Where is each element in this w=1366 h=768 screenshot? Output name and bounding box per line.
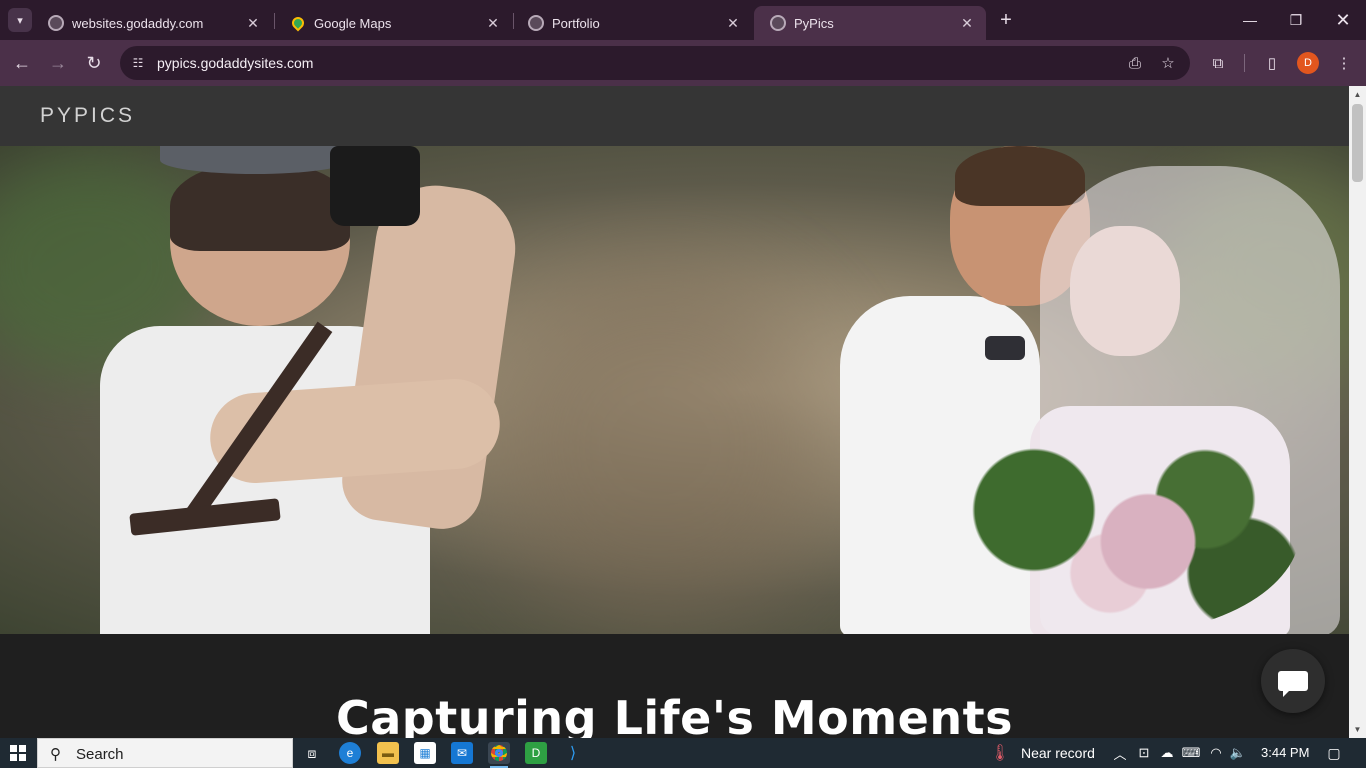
scroll-thumb[interactable] xyxy=(1352,104,1363,182)
tab-strip: ▾ websites.godaddy.com ✕ Google Maps ✕ P… xyxy=(0,0,1366,40)
search-label: Search xyxy=(76,746,124,763)
page-viewport: PYPICS Capturing Life's Moments xyxy=(0,86,1349,738)
close-icon[interactable]: ✕ xyxy=(244,14,262,32)
meet-now-icon[interactable]: ⊡ xyxy=(1135,744,1153,762)
windows-start-icon[interactable] xyxy=(10,745,26,761)
address-bar[interactable]: ☷ pypics.godaddysites.com ⎙ ☆ xyxy=(120,46,1190,80)
vscode-icon[interactable]: ⟩ xyxy=(562,742,584,764)
restore-button[interactable]: ❐ xyxy=(1284,8,1308,32)
microsoft-store-icon[interactable]: ▦ xyxy=(414,742,436,764)
notification-icon[interactable]: ▢ xyxy=(1324,743,1344,763)
tab-websites-godaddy[interactable]: websites.godaddy.com ✕ xyxy=(32,6,272,40)
close-icon[interactable]: ✕ xyxy=(958,14,976,32)
forward-button[interactable]: → xyxy=(46,51,70,75)
bowtie xyxy=(985,336,1025,360)
site-info-icon[interactable]: ☷ xyxy=(128,53,148,73)
close-icon[interactable]: ✕ xyxy=(724,14,742,32)
scroll-down-arrow[interactable]: ▼ xyxy=(1349,721,1366,738)
tab-portfolio[interactable]: Portfolio ✕ xyxy=(512,6,752,40)
chrome-logo xyxy=(491,745,507,761)
file-explorer-icon[interactable]: ▬ xyxy=(377,742,399,764)
toolbar-divider xyxy=(1244,54,1245,72)
camera xyxy=(330,146,420,226)
photographer-cap xyxy=(160,146,350,174)
edge-icon[interactable]: e xyxy=(339,742,361,764)
reload-button[interactable]: ↻ xyxy=(82,51,106,75)
back-button[interactable]: ← xyxy=(10,51,34,75)
chrome-icon[interactable] xyxy=(488,742,510,768)
page-scrollbar[interactable]: ▲ ▼ xyxy=(1349,86,1366,738)
task-view-icon[interactable]: ⧈ xyxy=(301,742,323,764)
side-panel-icon[interactable]: ▯ xyxy=(1261,52,1283,74)
google-maps-icon xyxy=(289,14,307,32)
globe-icon xyxy=(528,15,544,31)
tab-search-button[interactable]: ▾ xyxy=(8,8,32,32)
mail-icon[interactable]: ✉ xyxy=(451,742,473,764)
chevron-up-icon[interactable]: ︿ xyxy=(1111,744,1129,762)
tab-title: Google Maps xyxy=(314,15,392,31)
tab-title: websites.godaddy.com xyxy=(72,15,204,31)
site-header: PYPICS xyxy=(0,86,1349,146)
chat-bubble-icon xyxy=(1278,671,1308,697)
scroll-up-arrow[interactable]: ▲ xyxy=(1349,86,1366,103)
bookmark-star-icon[interactable]: ☆ xyxy=(1158,53,1178,73)
hero-heading: Capturing Life's Moments xyxy=(335,691,1013,738)
globe-icon xyxy=(48,15,64,31)
profile-avatar[interactable]: D xyxy=(1297,52,1319,74)
install-app-icon[interactable]: ⎙ xyxy=(1125,53,1145,73)
hero-image xyxy=(0,146,1349,634)
minimize-button[interactable]: ― xyxy=(1238,8,1262,32)
globe-icon xyxy=(770,15,786,31)
godaddy-app-icon[interactable]: D xyxy=(525,742,547,764)
tab-title: Portfolio xyxy=(552,15,600,31)
tab-google-maps[interactable]: Google Maps ✕ xyxy=(274,6,512,40)
close-icon[interactable]: ✕ xyxy=(484,14,502,32)
new-tab-button[interactable]: + xyxy=(996,9,1016,31)
background-rock xyxy=(480,266,840,626)
groom-hair xyxy=(955,146,1085,206)
system-clock[interactable]: 3:44 PM xyxy=(1261,745,1309,760)
thermometer-icon[interactable]: 🌡 xyxy=(990,742,1010,764)
onedrive-icon[interactable]: ☁ xyxy=(1158,744,1176,762)
bouquet xyxy=(920,426,1300,634)
menu-icon[interactable]: ⋮ xyxy=(1333,52,1355,74)
input-language-icon[interactable]: ⌨ xyxy=(1182,744,1201,762)
site-brand[interactable]: PYPICS xyxy=(40,104,135,128)
chat-button[interactable] xyxy=(1261,649,1325,713)
weather-status[interactable]: Near record xyxy=(1021,745,1095,761)
tab-title: PyPics xyxy=(794,15,834,31)
volume-icon[interactable]: 🔈 xyxy=(1229,744,1247,762)
url-text[interactable]: pypics.godaddysites.com xyxy=(157,55,313,71)
tab-pypics[interactable]: PyPics ✕ xyxy=(754,6,986,40)
extensions-icon[interactable]: ⧉ xyxy=(1207,52,1229,74)
windows-taskbar: ⚲ Search ⧈ e ▬ ▦ ✉ D ⟩ 🌡 Near record ︿ ⊡… xyxy=(0,738,1366,768)
wifi-icon[interactable]: ◠ xyxy=(1207,744,1225,762)
taskbar-search[interactable]: ⚲ Search xyxy=(37,738,293,768)
browser-toolbar: ← → ↻ ☷ pypics.godaddysites.com ⎙ ☆ ⧉ ▯ … xyxy=(0,40,1366,86)
photographer-hair xyxy=(170,161,350,251)
search-icon: ⚲ xyxy=(50,746,61,763)
close-window-button[interactable]: ✕ xyxy=(1331,8,1355,32)
